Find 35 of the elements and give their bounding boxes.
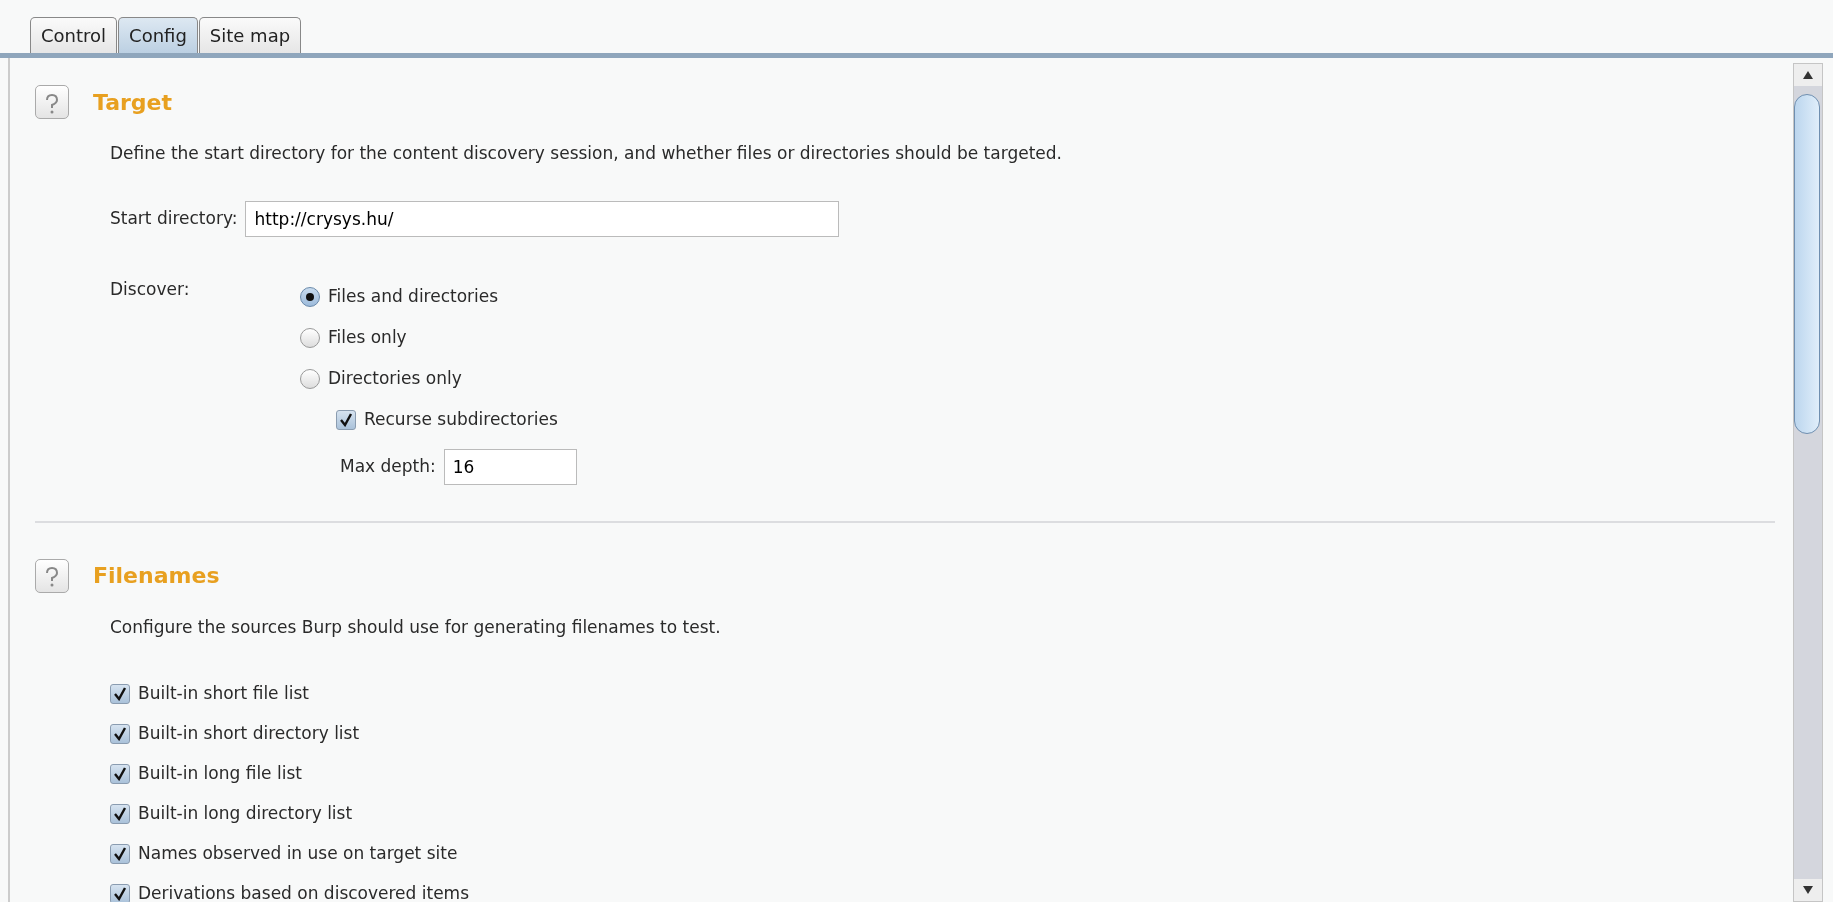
checkbox-label: Built-in long directory list <box>138 802 353 826</box>
section-description: Define the start directory for the content discovery session, and whether files or directories should be targeted. <box>110 142 1063 165</box>
help-icon[interactable] <box>35 558 69 593</box>
tab[interactable]: Site map <box>198 17 302 53</box>
field-label: Discover: <box>110 277 191 301</box>
checkbox[interactable] <box>110 884 130 902</box>
checkbox-label: Recurse subdirectories <box>364 408 558 432</box>
section-description: Configure the sources Burp should use for generating filenames to test. <box>110 615 722 639</box>
radio-button[interactable] <box>300 328 320 348</box>
checkbox[interactable] <box>110 844 130 864</box>
field-label: Max depth: <box>340 454 436 478</box>
checkbox-label: Names observed in use on target site <box>138 842 458 866</box>
field-label: Start directory: <box>110 206 238 230</box>
checkbox-label: Built-in short directory list <box>138 722 360 746</box>
section-title: Filenames <box>93 562 220 590</box>
checkbox[interactable] <box>336 410 356 430</box>
checkbox[interactable] <box>110 764 130 784</box>
scrollbar[interactable] <box>1793 63 1823 902</box>
input-field[interactable]: 16 <box>443 448 577 485</box>
checkbox-label: Derivations based on discovered items <box>138 882 470 902</box>
radio-button[interactable] <box>300 369 320 389</box>
radio-button[interactable] <box>300 287 320 307</box>
input-field[interactable]: http://crysys.hu/ <box>245 200 840 237</box>
help-icon[interactable] <box>35 85 69 119</box>
option-label: Files only <box>328 326 407 350</box>
checkbox-label: Built-in long file list <box>138 762 302 786</box>
checkbox[interactable] <box>110 684 130 704</box>
option-label: Files and directories <box>328 285 499 309</box>
option-label: Directories only <box>328 367 462 391</box>
checkbox[interactable] <box>110 804 130 824</box>
tab[interactable]: Control <box>30 17 118 53</box>
checkbox-label: Built-in short file list <box>138 682 309 706</box>
section-title: Target <box>93 88 173 117</box>
checkbox[interactable] <box>110 724 130 744</box>
tab[interactable]: Config <box>118 17 198 53</box>
